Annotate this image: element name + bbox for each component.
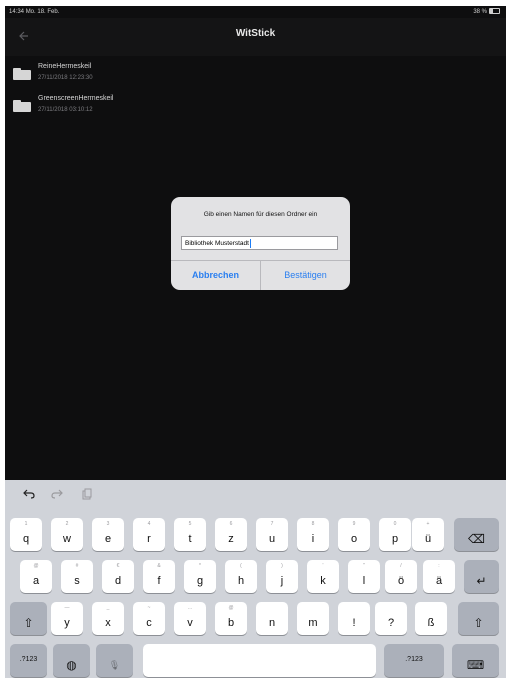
key-j[interactable]: ) j [266,560,298,593]
key-k[interactable]: ' k [307,560,339,593]
new-folder-dialog: Gib einen Namen für diesen Ordner ein Bi… [171,197,350,290]
shift-icon: ⇧ [473,616,484,630]
keyboard-hide-icon: ⌨ [466,658,485,672]
key-v[interactable]: … v [174,602,206,635]
globe-icon: ◍ [66,658,77,672]
dictation-key[interactable]: 🎙 [96,644,133,677]
key-u[interactable]: 7u [256,518,288,551]
confirm-button[interactable]: Bestätigen [261,261,350,290]
key-w[interactable]: 2w [51,518,83,551]
folder-icon [13,68,31,80]
backspace-key[interactable]: ⌫ [454,518,499,551]
status-time-date: 14:34 Mo. 18. Feb. [9,9,60,15]
return-key[interactable]: ↵ [464,560,499,593]
shift-key-left[interactable]: ⇧ [10,602,47,635]
key-d[interactable]: € d [102,560,134,593]
key-t[interactable]: 5t [174,518,206,551]
key-q[interactable]: 1q [10,518,42,551]
paste-icon[interactable] [81,488,93,503]
shift-icon: ⇧ [23,616,34,630]
status-bar: 14:34 Mo. 18. Feb. 38 % [5,6,506,18]
key-p[interactable]: 0p [379,518,411,551]
battery-indicator: 38 % [473,6,500,18]
key-m[interactable]: m [297,602,329,635]
key-r[interactable]: 4r [133,518,165,551]
folder-name-input[interactable]: Bibliothek Musterstadt [181,236,338,250]
key-s[interactable]: # s [61,560,93,593]
text-caret [249,238,251,248]
key-c[interactable]: ~ c [133,602,165,635]
folder-row[interactable]: GreenscreenHermeskeil 27/11/2018 03:10:1… [5,90,506,122]
key-y[interactable]: — y [51,602,83,635]
key-e[interactable]: 3e [92,518,124,551]
return-icon: ↵ [476,574,487,588]
undo-icon[interactable] [23,488,35,503]
key-x[interactable]: _ x [92,602,124,635]
space-bar[interactable] [143,644,376,677]
key-exclamation[interactable]: ! [338,602,370,635]
cancel-button[interactable]: Abbrechen [171,261,260,290]
page-title: WitStick [235,28,276,39]
folder-name-value: Bibliothek Musterstadt [185,240,249,247]
folder-name: GreenscreenHermeskeil [38,95,114,102]
shift-key-right[interactable]: ⇧ [458,602,499,635]
folder-icon [13,100,31,112]
key-oe[interactable]: / ö [385,560,417,593]
numbers-key-right[interactable]: .?123 [384,644,444,677]
key-f[interactable]: & f [143,560,175,593]
on-screen-keyboard: 1q 2w 3e 4r 5t 6z 7u 8i 9o 0p + ü ⌫ @ a # s… [5,480,506,678]
key-i[interactable]: 8i [297,518,329,551]
folder-date: 27/11/2018 12:23:30 [38,75,93,81]
microphone-icon: 🎙 [108,660,121,670]
key-l[interactable]: " l [348,560,380,593]
folder-date: 27/11/2018 03:10:12 [38,107,93,113]
folder-row[interactable]: ReineHermeskeil 27/11/2018 12:23:30 [5,58,506,90]
key-h[interactable]: (h [225,560,257,593]
key-o[interactable]: 9o [338,518,370,551]
dialog-message: Gib einen Namen für diesen Ordner ein [203,211,318,218]
key-question[interactable]: ? [375,602,407,635]
key-a[interactable]: @ a [20,560,52,593]
numbers-key-left[interactable]: .?123 [10,644,47,677]
keyboard-shortcut-bar [5,480,506,512]
key-z[interactable]: 6z [215,518,247,551]
backspace-icon: ⌫ [468,532,485,546]
redo-icon[interactable] [51,488,63,503]
battery-icon [489,8,500,15]
key-b[interactable]: @ b [215,602,247,635]
globe-key[interactable]: ◍ [53,644,90,677]
hide-keyboard-key[interactable]: ⌨ [452,644,499,677]
key-g[interactable]: * g [184,560,216,593]
key-n[interactable]: n [256,602,288,635]
key-ue[interactable]: + ü [412,518,444,551]
key-ae[interactable]: :ä [423,560,455,593]
key-eszett[interactable]: ß [415,602,447,635]
folder-name: ReineHermeskeil [38,63,92,70]
navigation-bar: WitStick [5,18,506,56]
